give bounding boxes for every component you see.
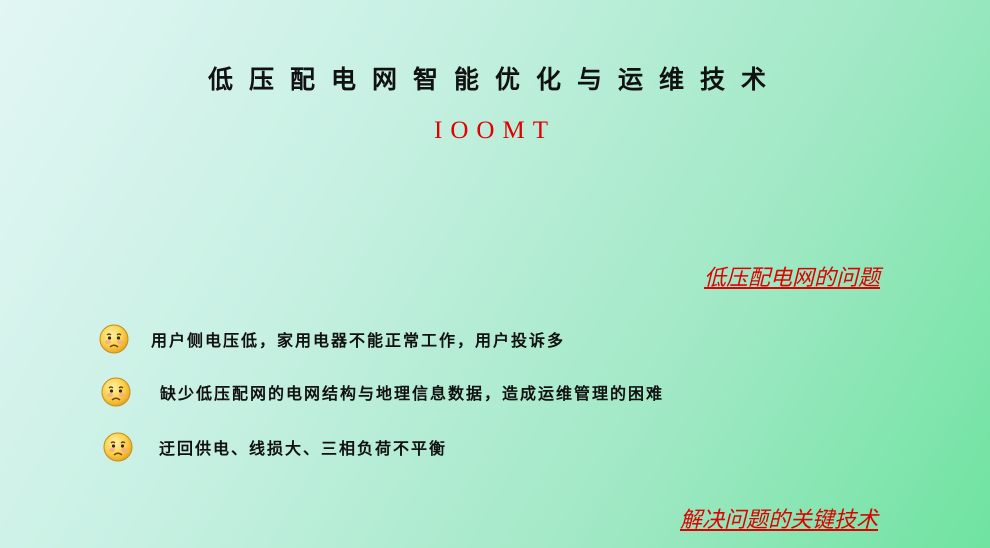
sad-face-icon [101,377,131,407]
problem-item: 迂回供电、线损大、三相负荷不平衡 [103,432,447,462]
sad-face-icon [99,324,129,354]
problem-text: 迂回供电、线损大、三相负荷不平衡 [159,439,448,458]
solutions-heading-text: 解决问题的关键技术 [679,508,878,533]
slide-subtitle: IOOMT [434,117,556,144]
slide: 低压配电网智能优化与运维技术 IOOMT 低压配电网的问题 用户侧电压低，家用电… [0,0,990,548]
solutions-heading: 解决问题的关键技术 [640,502,878,534]
problem-text: 缺少低压配网的电网结构与地理信息数据，造成运维管理的困难 [160,384,665,403]
problems-heading-text: 低压配电网的问题 [703,266,880,291]
problem-item: 缺少低压配网的电网结构与地理信息数据，造成运维管理的困难 [101,377,664,407]
sad-face-icon [103,432,133,462]
slide-title: 低压配电网智能优化与运维技术 [207,65,782,94]
problems-heading: 低压配电网的问题 [664,260,880,292]
problem-item: 用户侧电压低，家用电器不能正常工作，用户投诉多 [99,324,565,354]
problem-text: 用户侧电压低，家用电器不能正常工作，用户投诉多 [151,331,566,350]
